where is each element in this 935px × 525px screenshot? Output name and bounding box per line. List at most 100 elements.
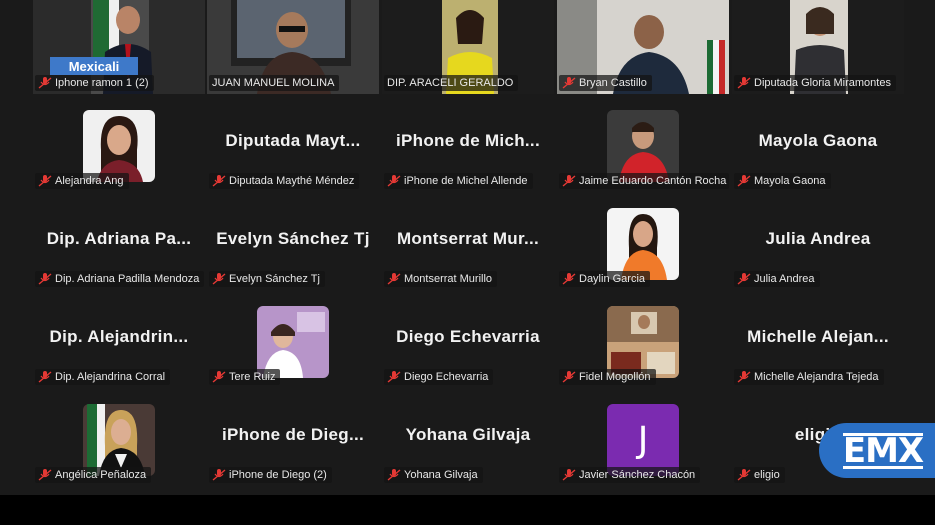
participant-avatar xyxy=(83,404,155,476)
participant-name-tag: DIP. ARACELI GERALDO xyxy=(384,75,519,91)
participant-name-tag: Bryan Castillo xyxy=(559,75,652,91)
participant-tile-alejandrina-corral[interactable]: Dip. Alejandrin... Dip. Alejandrina Corr… xyxy=(33,294,205,388)
participant-tile-montserrat-murillo[interactable]: Montserrat Mur... Montserrat Murillo xyxy=(382,196,554,290)
participant-display-name: Dip. Alejandrin... xyxy=(49,327,189,346)
participant-avatar xyxy=(83,110,155,182)
participant-avatar xyxy=(607,208,679,280)
participant-tile-adriana-padilla[interactable]: Dip. Adriana Pa... Dip. Adriana Padilla … xyxy=(33,196,205,290)
participant-name: Diputada Maythé Méndez xyxy=(229,175,355,187)
mic-muted-icon xyxy=(212,371,226,383)
participant-name-tag: Jaime Eduardo Cantón Rocha xyxy=(559,173,729,189)
participant-name: Javier Sánchez Chacón xyxy=(579,469,696,481)
participant-tile-julia-andrea[interactable]: Julia Andrea Julia Andrea xyxy=(732,196,904,290)
participant-name-tag: Julia Andrea xyxy=(734,271,820,287)
participant-name: iPhone de Diego (2) xyxy=(229,469,327,481)
participant-tile-iphone-ramon[interactable]: Mexicali Iphone ramon 1 (2) xyxy=(33,0,205,94)
participant-name-tag: iPhone de Michel Allende xyxy=(384,173,533,189)
participant-name: Diputada Gloria Miramontes xyxy=(754,77,891,89)
participant-tile-yohana-gilvaja[interactable]: Yohana Gilvaja Yohana Gilvaja xyxy=(382,392,554,486)
avatar-initial: J xyxy=(637,420,649,461)
participant-display-name: Montserrat Mur... xyxy=(396,229,540,248)
participant-display-name: Yohana Gilvaja xyxy=(405,425,531,444)
participant-name: Bryan Castillo xyxy=(579,77,647,89)
participant-name: Alejandra Ang xyxy=(55,175,124,187)
mic-muted-icon xyxy=(38,273,52,285)
participant-name-tag: Diputada Gloria Miramontes xyxy=(734,75,896,91)
participant-tile-mayola-gaona[interactable]: Mayola Gaona Mayola Gaona xyxy=(732,98,904,192)
participant-name: Daylin Garcia xyxy=(579,273,646,285)
participant-name-tag: Dip. Adriana Padilla Mendoza xyxy=(35,271,205,287)
participant-tile-daylin-garcia[interactable]: Daylin Garcia xyxy=(557,196,729,290)
participant-tile-angelica-penaloza[interactable]: Angélica Peñaloza xyxy=(33,392,205,486)
participant-display-name: Julia Andrea xyxy=(765,229,871,248)
participant-tile-michelle-tejeda[interactable]: Michelle Alejan... Michelle Alejandra Te… xyxy=(732,294,904,388)
participant-name: Iphone ramon 1 (2) xyxy=(55,77,149,89)
video-gallery: Mexicali Iphone ramon 1 (2) JUAN MANUEL … xyxy=(0,0,935,495)
mic-muted-icon xyxy=(387,371,401,383)
participant-tile-alejandra-ang[interactable]: Alejandra Ang xyxy=(33,98,205,192)
participant-name: JUAN MANUEL MOLINA xyxy=(212,77,335,89)
participant-name-tag: Yohana Gilvaja xyxy=(384,467,483,483)
mic-muted-icon xyxy=(737,371,751,383)
mic-muted-icon xyxy=(38,371,52,383)
mic-muted-icon xyxy=(38,469,52,481)
participant-tile-fidel-mogollon[interactable]: Fidel Mogollón xyxy=(557,294,729,388)
participant-name-tag: Diego Echevarria xyxy=(384,369,494,385)
mic-muted-icon xyxy=(212,273,226,285)
participant-name-tag: JUAN MANUEL MOLINA xyxy=(209,75,340,91)
participant-tile-iphone-diego[interactable]: iPhone de Dieg... iPhone de Diego (2) xyxy=(207,392,379,486)
participant-name: Jaime Eduardo Cantón Rocha xyxy=(579,175,727,187)
participant-name: Julia Andrea xyxy=(754,273,815,285)
mic-muted-icon xyxy=(212,175,226,187)
participant-name-tag: Dip. Alejandrina Corral xyxy=(35,369,171,385)
participant-name-tag: Michelle Alejandra Tejeda xyxy=(734,369,884,385)
participant-tile-araceli-geraldo[interactable]: DIP. ARACELI GERALDO xyxy=(382,0,554,94)
mic-muted-icon xyxy=(737,175,751,187)
mic-muted-icon xyxy=(737,77,751,89)
participant-name: Yohana Gilvaja xyxy=(404,469,478,481)
participant-initial-avatar: J xyxy=(607,404,679,476)
participant-tile-bryan-castillo[interactable]: Bryan Castillo xyxy=(557,0,729,94)
participant-name-tag: eligio xyxy=(734,467,785,483)
participant-tile-tere-ruiz[interactable]: Tere Ruiz xyxy=(207,294,379,388)
participant-display-name: Michelle Alejan... xyxy=(747,327,889,346)
participant-name: eligio xyxy=(754,469,780,481)
participant-avatar xyxy=(607,110,679,182)
participant-name: Dip. Alejandrina Corral xyxy=(55,371,166,383)
mic-muted-icon xyxy=(562,273,576,285)
participant-tile-michel-allende[interactable]: iPhone de Mich... iPhone de Michel Allen… xyxy=(382,98,554,192)
mic-muted-icon xyxy=(387,175,401,187)
mic-muted-icon xyxy=(562,175,576,187)
participant-name: Michelle Alejandra Tejeda xyxy=(754,371,879,383)
participant-name-tag: iPhone de Diego (2) xyxy=(209,467,332,483)
participant-name: DIP. ARACELI GERALDO xyxy=(387,77,514,89)
participant-tile-javier-sanchez[interactable]: J Javier Sánchez Chacón xyxy=(557,392,729,486)
participant-name-tag: Diputada Maythé Méndez xyxy=(209,173,360,189)
participant-tile-gloria-miramontes[interactable]: Diputada Gloria Miramontes xyxy=(732,0,904,94)
mic-muted-icon xyxy=(562,77,576,89)
emx-watermark-logo: EMX xyxy=(819,423,935,478)
mic-muted-icon xyxy=(212,469,226,481)
participant-name-tag: Iphone ramon 1 (2) xyxy=(35,75,154,91)
participant-name: Mayola Gaona xyxy=(754,175,826,187)
mic-muted-icon xyxy=(38,175,52,187)
bottom-black-bar xyxy=(0,495,935,525)
participant-name: Diego Echevarria xyxy=(404,371,489,383)
participant-tile-jaime-canton[interactable]: Jaime Eduardo Cantón Rocha xyxy=(557,98,729,192)
participant-name: Montserrat Murillo xyxy=(404,273,493,285)
mic-muted-icon xyxy=(387,469,401,481)
participant-name: Angélica Peñaloza xyxy=(55,469,147,481)
participant-tile-juan-manuel-molina[interactable]: JUAN MANUEL MOLINA xyxy=(207,0,379,94)
participant-tile-diego-echevarria[interactable]: Diego Echevarria Diego Echevarria xyxy=(382,294,554,388)
participant-name: Dip. Adriana Padilla Mendoza xyxy=(55,273,200,285)
participant-name-tag: Evelyn Sánchez Tj xyxy=(209,271,325,287)
participant-display-name: Diputada Mayt... xyxy=(225,131,361,150)
mic-muted-icon xyxy=(387,273,401,285)
participant-name-tag: Angélica Peñaloza xyxy=(35,467,152,483)
mic-muted-icon xyxy=(38,77,52,89)
participant-tile-maythe-mendez[interactable]: Diputada Mayt... Diputada Maythé Méndez xyxy=(207,98,379,192)
participant-tile-evelyn-sanchez[interactable]: Evelyn Sánchez Tj Evelyn Sánchez Tj xyxy=(207,196,379,290)
participant-display-name: Mayola Gaona xyxy=(758,131,878,150)
mic-muted-icon xyxy=(562,469,576,481)
participant-avatar xyxy=(257,306,329,378)
